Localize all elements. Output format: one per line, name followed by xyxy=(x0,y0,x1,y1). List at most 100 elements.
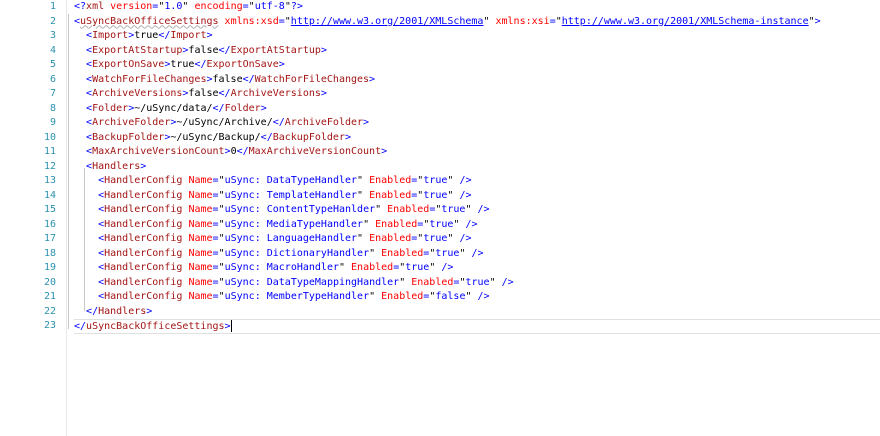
code-editor[interactable]: 1 2 3 4 5 6 7 8 9 10 11 12 13 14 15 16 17 18 19 20 21 22 23 <?… xyxy=(0,0,880,436)
code-token: Enabled xyxy=(375,218,418,230)
code-token: " xyxy=(399,276,412,288)
code-line[interactable]: <Handlers> xyxy=(74,160,880,175)
code-token: ArchiveVersions xyxy=(92,88,183,99)
url-link[interactable]: http://www.w3.org/2001/XMLSchema-instanc… xyxy=(562,16,809,27)
code-token: ExportOnSave xyxy=(92,59,165,70)
code-token: Enabled xyxy=(369,233,412,244)
code-token: > xyxy=(814,15,821,27)
code-token: /> xyxy=(459,233,472,244)
code-line[interactable]: <Folder>~/uSync/data/</Folder> xyxy=(74,102,880,117)
line-number: 8 xyxy=(49,102,56,114)
code-token: </ xyxy=(242,73,255,85)
code-area[interactable]: <?xml version="1.0" encoding="utf-8"?> <u… xyxy=(74,0,880,436)
line-number: 4 xyxy=(49,44,56,56)
code-token: MaxArchiveVersionCount xyxy=(248,146,382,157)
code-line[interactable]: <ExportAtStartup>false</ExportAtStartup> xyxy=(74,44,880,59)
code-line[interactable]: <ArchiveFolder>~/uSync/Archive/</Archive… xyxy=(74,116,880,131)
code-line[interactable]: <HandlerConfig Name="uSync: DataTypeHand… xyxy=(74,174,880,189)
code-line[interactable]: <MaxArchiveVersionCount>0</MaxArchiveVer… xyxy=(74,145,880,160)
code-token: HandlerConfig xyxy=(104,218,183,230)
code-token: uSync: DataTypeHandler xyxy=(224,175,358,186)
code-token: Enabled xyxy=(411,276,454,288)
code-token: /> xyxy=(471,247,484,259)
code-token: uSync: DataTypeMappingHandler xyxy=(224,276,400,288)
code-token: " xyxy=(357,175,370,186)
code-line[interactable]: <HandlerConfig Name="uSync: MemberTypeHa… xyxy=(74,290,880,305)
code-token: Import xyxy=(92,30,129,41)
code-line[interactable]: <?xml version="1.0" encoding="utf-8"?> xyxy=(74,0,880,15)
code-line[interactable]: <HandlerConfig Name="uSync: MediaTypeHan… xyxy=(74,218,880,233)
code-token: ~/uSync/Backup/ xyxy=(170,131,261,143)
line-number: 2 xyxy=(49,15,56,27)
gutter-separator xyxy=(66,0,67,436)
code-token: </ xyxy=(236,146,249,157)
code-token: </ xyxy=(218,88,231,99)
text-cursor xyxy=(230,320,232,332)
code-token: > xyxy=(363,117,370,128)
code-token: uSync: MacroHandler xyxy=(224,262,339,273)
line-number: 7 xyxy=(49,88,56,99)
code-line[interactable]: <HandlerConfig Name="uSync: TemplateHand… xyxy=(74,189,880,204)
code-line[interactable]: <HandlerConfig Name="uSync: LanguageHand… xyxy=(74,232,880,247)
code-token: > xyxy=(369,73,376,85)
code-line[interactable]: </uSyncBackOfficeSettings> xyxy=(74,319,880,334)
code-line[interactable]: <ArchiveVersions>false</ArchiveVersions> xyxy=(74,87,880,102)
line-number: 20 xyxy=(43,276,56,288)
code-line[interactable]: <HandlerConfig Name="uSync: DictionaryHa… xyxy=(74,247,880,262)
code-token: </ xyxy=(86,305,99,317)
code-token: ?> xyxy=(290,1,303,12)
code-line[interactable]: <BackupFolder>~/uSync/Backup/</BackupFol… xyxy=(74,131,880,146)
code-token: MaxArchiveVersionCount xyxy=(92,146,225,157)
code-line[interactable]: <HandlerConfig Name="uSync: ContentTypeH… xyxy=(74,203,880,218)
code-token: false xyxy=(188,44,219,56)
code-token: </ xyxy=(218,44,231,56)
code-token: " xyxy=(453,218,466,230)
line-number: 10 xyxy=(43,131,56,143)
url-link[interactable]: http://www.w3.org/2001/XMLSchema xyxy=(291,16,484,27)
code-token: Name xyxy=(188,233,213,244)
code-token: false xyxy=(212,73,243,85)
code-line[interactable]: <Import>true</Import> xyxy=(74,29,880,44)
code-token: Folder xyxy=(92,102,129,114)
code-line[interactable]: <HandlerConfig Name="uSync: MacroHandler… xyxy=(74,261,880,276)
code-token: Name xyxy=(188,218,213,230)
code-line[interactable]: <WatchForFileChanges>false</WatchForFile… xyxy=(74,73,880,88)
code-token: true xyxy=(170,59,195,70)
code-token: Enabled xyxy=(369,175,412,186)
code-line[interactable]: </Handlers> xyxy=(74,305,880,320)
code-token: true xyxy=(423,189,448,201)
code-line[interactable]: <uSyncBackOfficeSettings xmlns:xsd="http… xyxy=(74,15,880,30)
code-token: " xyxy=(429,262,442,273)
code-token: /> xyxy=(459,175,472,186)
code-token: uSyncBackOfficeSettings xyxy=(86,321,225,332)
code-token: true xyxy=(134,30,159,41)
code-token: uSync: ContentTypeHanlder xyxy=(224,204,376,215)
code-token: > xyxy=(320,44,327,56)
code-token: HandlerConfig xyxy=(104,262,183,273)
code-token: > xyxy=(278,59,285,70)
code-token: " xyxy=(357,189,370,201)
code-token: HandlerConfig xyxy=(104,276,183,288)
code-line[interactable]: <HandlerConfig Name="uSync: DataTypeMapp… xyxy=(74,276,880,291)
code-token: false xyxy=(435,291,466,302)
line-number: 13 xyxy=(43,175,56,186)
code-token: /> xyxy=(501,276,514,288)
code-token: HandlerConfig xyxy=(104,233,183,244)
code-token: /> xyxy=(441,262,454,273)
line-number: 21 xyxy=(43,291,56,302)
code-token: Handlers xyxy=(98,305,147,317)
code-token: " xyxy=(369,247,382,259)
code-token: " xyxy=(357,233,370,244)
code-line[interactable]: <ExportOnSave>true</ExportOnSave> xyxy=(74,58,880,73)
code-token: true xyxy=(429,218,454,230)
code-token: uSync: TemplateHandler xyxy=(224,189,358,201)
line-number: 22 xyxy=(43,305,56,317)
line-number: 9 xyxy=(49,117,56,128)
code-token: true xyxy=(441,204,466,215)
code-token: HandlerConfig xyxy=(104,189,183,201)
code-token: BackupFolder xyxy=(272,131,345,143)
